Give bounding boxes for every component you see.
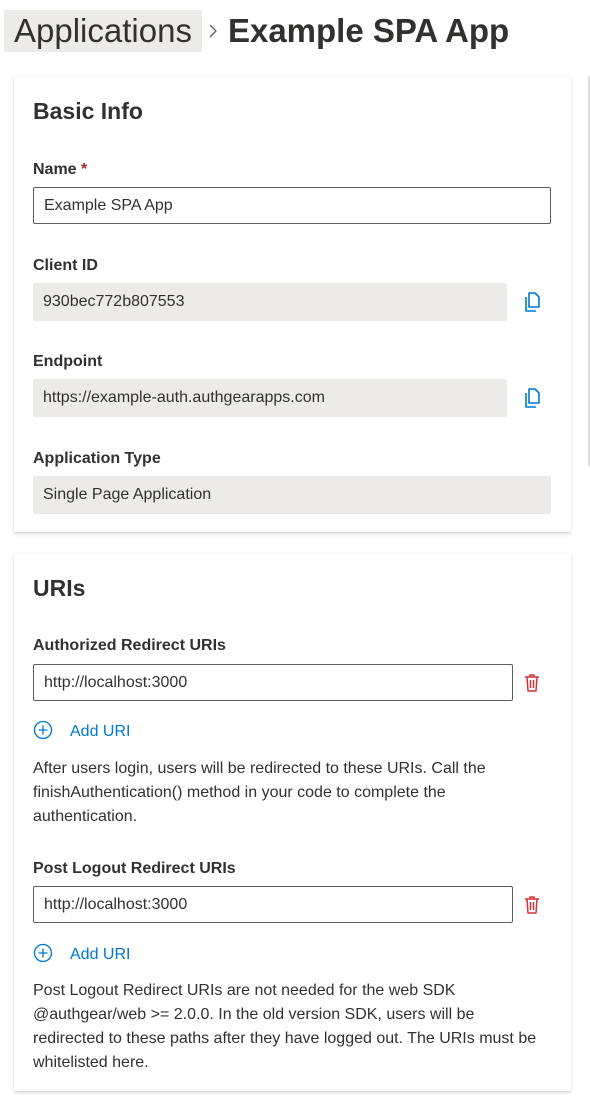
redirect-uris-label: Authorized Redirect URIs	[33, 637, 226, 654]
page-title: Example SPA App	[227, 12, 510, 49]
breadcrumb-applications-link[interactable]: Applications	[4, 10, 202, 52]
copy-icon[interactable]	[521, 386, 543, 410]
post-logout-uri-input[interactable]: http://localhost:3000	[33, 886, 513, 923]
endpoint-label: Endpoint	[33, 353, 103, 370]
trash-icon[interactable]	[521, 671, 543, 695]
endpoint-field[interactable]: https://example-auth.authgearapps.com	[33, 379, 507, 417]
basic-info-title: Basic Info	[33, 98, 143, 124]
application-type-field: Single Page Application	[33, 476, 551, 514]
add-redirect-uri-button[interactable]: Add URI	[33, 720, 130, 744]
add-uri-label: Add URI	[70, 946, 131, 963]
trash-icon[interactable]	[521, 893, 543, 917]
client-id-field[interactable]: 930bec772b807553	[33, 283, 507, 321]
post-logout-uris-help: Post Logout Redirect URIs are not needed…	[33, 982, 537, 1071]
basic-info-card: Basic Info Name * Example SPA App Client…	[14, 76, 571, 532]
add-circle-icon	[33, 943, 53, 968]
add-circle-icon	[33, 720, 53, 745]
uris-card: URIs Authorized Redirect URIs http://loc…	[14, 553, 571, 1091]
redirect-uris-help: After users login, users will be redirec…	[33, 760, 486, 825]
add-post-logout-uri-button[interactable]: Add URI	[33, 943, 130, 967]
client-id-label: Client ID	[33, 257, 98, 274]
application-type-label: Application Type	[33, 450, 161, 467]
redirect-uri-input[interactable]: http://localhost:3000	[33, 664, 513, 701]
uris-title: URIs	[33, 575, 86, 601]
name-label: Name *	[33, 161, 87, 179]
required-mark: *	[81, 161, 88, 178]
add-uri-label: Add URI	[70, 723, 131, 740]
name-label-text: Name	[33, 161, 77, 178]
copy-icon[interactable]	[521, 290, 543, 314]
name-input[interactable]: Example SPA App	[33, 187, 551, 224]
breadcrumb: Applications Example SPA App	[4, 10, 509, 52]
chevron-right-icon	[202, 23, 224, 39]
post-logout-uris-label: Post Logout Redirect URIs	[33, 860, 236, 877]
